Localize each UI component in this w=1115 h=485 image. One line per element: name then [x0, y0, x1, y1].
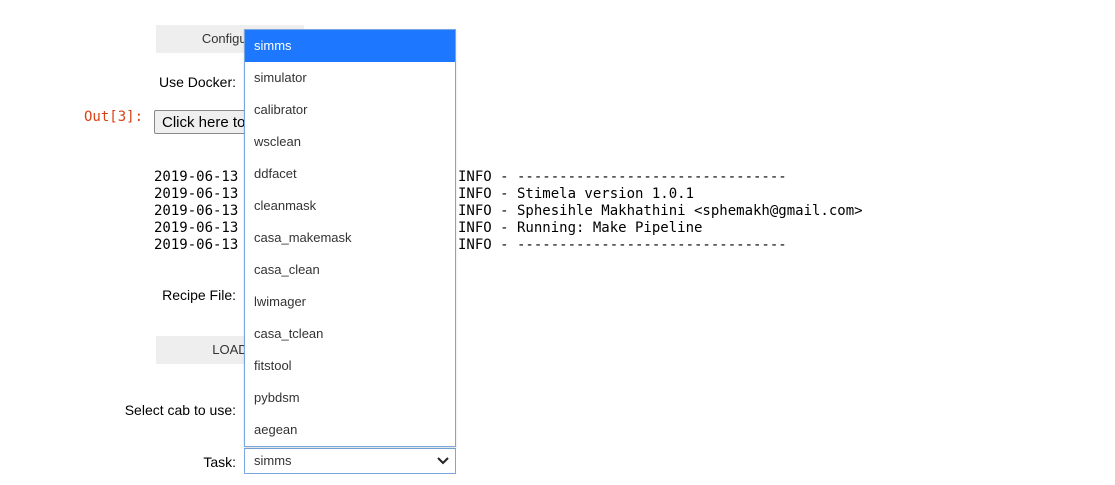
- log-messages: INFO - -------------------------------- …: [458, 169, 863, 254]
- log-date: 2019-06-13: [154, 220, 239, 236]
- task-option[interactable]: simulator: [245, 62, 455, 94]
- log-date: 2019-06-13: [154, 237, 239, 253]
- task-option[interactable]: aegean: [245, 414, 455, 446]
- task-option[interactable]: wsclean: [245, 126, 455, 158]
- task-option[interactable]: simms: [245, 30, 455, 62]
- task-option[interactable]: casa_tclean: [245, 318, 455, 350]
- chevron-down-icon: [437, 457, 449, 465]
- task-option[interactable]: casa_makemask: [245, 222, 455, 254]
- task-label: Task:: [203, 454, 236, 470]
- task-select[interactable]: simms: [244, 448, 456, 474]
- output-prompt: Out[3]:: [84, 109, 144, 125]
- task-option[interactable]: lwimager: [245, 286, 455, 318]
- log-message: INFO - Running: Make Pipeline: [458, 220, 703, 236]
- task-option[interactable]: ddfacet: [245, 158, 455, 190]
- task-option[interactable]: pybdsm: [245, 382, 455, 414]
- use-docker-label: Use Docker:: [158, 74, 236, 90]
- task-option[interactable]: calibrator: [245, 94, 455, 126]
- log-message: INFO - --------------------------------: [458, 237, 787, 253]
- task-option[interactable]: cleanmask: [245, 190, 455, 222]
- task-select-value: simms: [254, 453, 292, 468]
- log-message: INFO - Sphesihle Makhathini <sphemakh@gm…: [458, 203, 863, 219]
- task-option[interactable]: casa_clean: [245, 254, 455, 286]
- log-message: INFO - --------------------------------: [458, 169, 787, 185]
- log-date: 2019-06-13: [154, 203, 239, 219]
- task-dropdown-list[interactable]: simms simulator calibrator wsclean ddfac…: [244, 29, 456, 447]
- log-output: 2019-06-13 2019-06-13 2019-06-13 2019-06…: [154, 169, 238, 254]
- task-option[interactable]: fitstool: [245, 350, 455, 382]
- log-date: 2019-06-13: [154, 169, 239, 185]
- log-message: INFO - Stimela version 1.0.1: [458, 186, 695, 202]
- recipe-file-label: Recipe File:: [162, 287, 236, 303]
- log-date: 2019-06-13: [154, 186, 239, 202]
- select-cab-label: Select cab to use:: [124, 402, 236, 418]
